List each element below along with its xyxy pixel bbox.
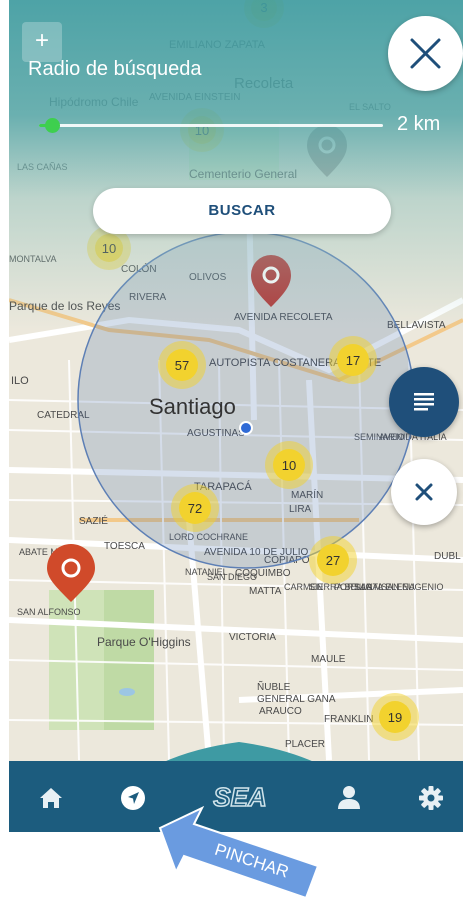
zoom-in-button[interactable]: + [22, 22, 62, 62]
radius-slider-thumb[interactable] [45, 118, 60, 133]
cluster-marker[interactable]: 57 [158, 341, 206, 389]
search-radius-circle [77, 231, 415, 569]
street-label: TOESCA [104, 541, 145, 552]
svg-text:57: 57 [175, 358, 189, 373]
svg-text:3: 3 [260, 0, 267, 15]
svg-text:72: 72 [188, 501, 202, 516]
street-label: EMILIANO ZAPATA [169, 39, 266, 51]
person-icon [338, 786, 360, 809]
svg-text:17: 17 [346, 353, 360, 368]
street-label: SAN DIEGO [207, 572, 257, 582]
cluster-marker[interactable]: 17 [329, 336, 377, 384]
nav-locate-button[interactable] [113, 778, 153, 818]
svg-text:19: 19 [388, 710, 402, 725]
street-label: MONTALVA [9, 254, 57, 264]
street-label: MATTA [249, 586, 282, 597]
street-label: SAN EUGENIO [381, 582, 444, 592]
gear-icon [419, 786, 443, 810]
search-radius-label: Radio de búsqueda [28, 58, 202, 80]
street-label: ARAUCO [259, 706, 302, 717]
close-radius-button[interactable] [391, 459, 457, 525]
street-label: MAULE [311, 654, 346, 665]
street-label: SAN ALFONSO [17, 607, 81, 617]
user-location-dot [239, 421, 253, 435]
street-label: ILO [11, 375, 29, 387]
phone-screen: EMILIANO ZAPATA Recoleta AVENIDA EINSTEI… [9, 0, 463, 832]
svg-text:10: 10 [282, 458, 296, 473]
radius-value: 2 km [397, 113, 441, 135]
street-label: FRANKLIN [324, 714, 373, 725]
street-label: DUBL [434, 551, 461, 562]
street-label: EL SALTO [349, 102, 391, 112]
nav-settings-button[interactable] [411, 778, 451, 818]
nav-profile-button[interactable] [329, 778, 369, 818]
search-button[interactable]: BUSCAR [93, 188, 391, 234]
cluster-marker[interactable]: 72 [171, 484, 219, 532]
street-label: GENERAL GANA [257, 694, 336, 705]
close-icon [410, 38, 441, 69]
nav-home-button[interactable] [31, 778, 71, 818]
place-label: Cementerio General [189, 167, 297, 181]
street-label: VICTORIA [229, 632, 276, 643]
place-label: Parque O'Higgins [97, 635, 191, 649]
svg-text:27: 27 [326, 553, 340, 568]
street-label: LAS CAÑAS [17, 162, 68, 172]
pinchar-annotation-arrow: PINCHAR [158, 805, 320, 900]
cluster-marker[interactable]: 10 [180, 108, 224, 152]
cluster-marker[interactable]: 10 [265, 441, 313, 489]
city-label: Santiago [149, 394, 236, 419]
svg-text:10: 10 [102, 241, 116, 256]
street-label: AVENIDA EINSTEIN [149, 92, 241, 103]
list-view-button[interactable] [389, 367, 459, 437]
cluster-marker[interactable]: 27 [309, 536, 357, 584]
place-label: Hipódromo Chile [49, 95, 139, 109]
close-icon [415, 483, 433, 501]
street-label: SAZIÉ [79, 514, 108, 527]
list-icon [414, 393, 434, 411]
street-label: Recoleta [234, 75, 294, 92]
home-icon [40, 788, 62, 808]
street-label: ÑUBLE [257, 680, 291, 693]
navigation-arrow-icon [121, 786, 145, 810]
radius-slider[interactable] [39, 124, 383, 127]
close-search-button[interactable] [388, 16, 463, 91]
